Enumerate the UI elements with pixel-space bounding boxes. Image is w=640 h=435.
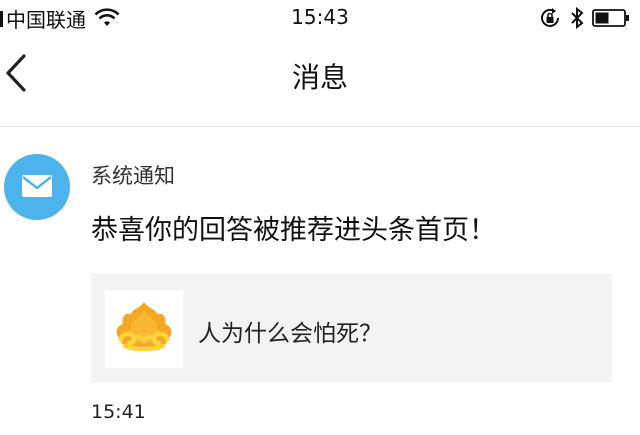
page-title: 消息 bbox=[291, 61, 348, 94]
quoted-answer-card[interactable]: 人为什么会怕死？ bbox=[91, 274, 612, 382]
message-text: 恭喜你的回答被推荐进头条首页！ bbox=[91, 215, 496, 246]
bluetooth-icon bbox=[571, 7, 584, 29]
screen: 中国联通 15:43 消息 系统通知 恭喜你的回答被推荐进头条首页！ 人为什么会… bbox=[0, 0, 640, 435]
status-bar: 中国联通 15:43 bbox=[0, 0, 640, 36]
logo-icon bbox=[116, 302, 172, 352]
status-right bbox=[538, 6, 630, 30]
avatar[interactable] bbox=[4, 154, 70, 220]
quote-title: 人为什么会怕死？ bbox=[198, 321, 382, 347]
sender-name: 系统通知 bbox=[91, 164, 175, 188]
rotation-lock-icon bbox=[541, 8, 559, 27]
divider bbox=[0, 126, 640, 127]
nav-bar: 消息 bbox=[0, 36, 640, 112]
battery-icon bbox=[592, 9, 629, 27]
message-timestamp: 15:41 bbox=[91, 401, 146, 423]
mail-icon bbox=[22, 175, 52, 197]
quote-thumbnail bbox=[105, 290, 183, 368]
